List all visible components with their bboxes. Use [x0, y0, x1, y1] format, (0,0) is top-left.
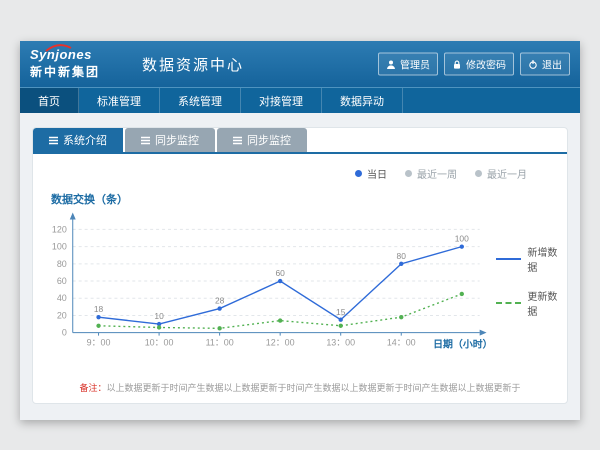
- nav-item-home[interactable]: 首页: [20, 88, 79, 113]
- tab-system-intro[interactable]: 系统介绍: [33, 128, 123, 152]
- footnote-text: 以上数据更新于时间产生数据以上数据更新于时间产生数据以上数据更新于时间产生数据以…: [107, 383, 521, 393]
- svg-text:9：00: 9：00: [87, 338, 111, 348]
- app-header: Synjones 新中新集团 数据资源中心 管理员 修改密码: [20, 41, 580, 87]
- filter-last-week[interactable]: 最近一周: [405, 166, 457, 181]
- footnote: 备注：以上数据更新于时间产生数据以上数据更新于时间产生数据以上数据更新于时间产生…: [33, 381, 567, 394]
- svg-text:28: 28: [215, 296, 225, 306]
- brand-logo: Synjones 新中新集团: [30, 48, 134, 80]
- main-nav: 首页 标准管理 系统管理 对接管理 数据异动: [20, 87, 580, 113]
- logo-text-en: Synjones: [30, 48, 134, 61]
- series-legend: 新增数据 更新数据: [496, 244, 567, 318]
- svg-text:80: 80: [57, 259, 67, 269]
- svg-text:11：00: 11：00: [206, 338, 234, 348]
- logout-button[interactable]: 退出: [520, 53, 570, 76]
- content-area: 系统介绍 同步监控 同步监控: [20, 113, 580, 420]
- svg-text:100: 100: [52, 242, 67, 252]
- list-icon: [49, 136, 58, 145]
- series-label: 新增数据: [527, 244, 567, 274]
- logo-text-cn: 新中新集团: [30, 63, 134, 80]
- svg-text:60: 60: [57, 276, 67, 286]
- svg-text:120: 120: [52, 224, 67, 234]
- footnote-label: 备注：: [79, 383, 106, 393]
- svg-text:13：00: 13：00: [326, 338, 355, 348]
- user-icon: [386, 59, 396, 69]
- chart-row: 0 20 40 60 80 100 120 9：00 10：00 11：00 12：00 13：00 1…: [33, 207, 567, 365]
- svg-text:60: 60: [275, 268, 285, 278]
- tab-label: 系统介绍: [63, 132, 107, 148]
- legend-item-updated-data[interactable]: 更新数据: [496, 288, 567, 318]
- power-icon: [528, 59, 538, 69]
- tab-label: 同步监控: [247, 132, 291, 148]
- time-range-legend: 当日 最近一周 最近一月: [33, 154, 567, 181]
- svg-text:18: 18: [94, 304, 104, 314]
- line-chart: 0 20 40 60 80 100 120 9：00 10：00 11：00 12：00 13：00 1…: [39, 207, 494, 365]
- svg-text:15: 15: [336, 307, 346, 317]
- admin-button-label: 管理员: [400, 57, 430, 72]
- svg-text:0: 0: [62, 328, 67, 338]
- svg-text:12：00: 12：00: [266, 338, 295, 348]
- page-title: 数据资源中心: [142, 54, 244, 75]
- line-sample-solid: [496, 258, 522, 260]
- nav-item-data-change[interactable]: 数据异动: [322, 88, 403, 113]
- legend-item-new-data[interactable]: 新增数据: [496, 244, 567, 274]
- nav-item-standard-mgmt[interactable]: 标准管理: [79, 88, 160, 113]
- series-label: 更新数据: [527, 288, 567, 318]
- change-password-button[interactable]: 修改密码: [444, 53, 514, 76]
- filter-label: 当日: [367, 166, 387, 181]
- tab-sync-monitor-2[interactable]: 同步监控: [217, 128, 307, 152]
- tab-label: 同步监控: [155, 132, 199, 148]
- tab-bar: 系统介绍 同步监控 同步监控: [33, 128, 567, 154]
- svg-text:10：00: 10：00: [145, 338, 174, 348]
- admin-button[interactable]: 管理员: [378, 53, 438, 76]
- header-actions: 管理员 修改密码 退出: [378, 53, 570, 76]
- filter-last-month[interactable]: 最近一月: [475, 166, 527, 181]
- svg-text:20: 20: [57, 310, 67, 320]
- nav-item-interface-mgmt[interactable]: 对接管理: [241, 88, 322, 113]
- svg-text:日期（小时）: 日期（小时）: [433, 338, 492, 351]
- app-window: Synjones 新中新集团 数据资源中心 管理员 修改密码: [20, 41, 580, 420]
- svg-text:40: 40: [57, 293, 67, 303]
- filter-label: 最近一周: [417, 166, 457, 181]
- main-card: 系统介绍 同步监控 同步监控: [32, 127, 568, 404]
- tab-sync-monitor-1[interactable]: 同步监控: [125, 128, 215, 152]
- filter-label: 最近一月: [487, 166, 527, 181]
- logout-label: 退出: [542, 57, 562, 72]
- list-icon: [233, 136, 242, 145]
- svg-text:80: 80: [397, 251, 407, 261]
- chart-y-axis-title: 数据交换（条）: [51, 191, 567, 207]
- svg-text:100: 100: [455, 234, 469, 244]
- nav-item-system-mgmt[interactable]: 系统管理: [160, 88, 241, 113]
- line-sample-dotted: [496, 302, 522, 304]
- legend-dot: [405, 170, 412, 177]
- filter-today[interactable]: 当日: [355, 166, 387, 181]
- svg-text:14：00: 14：00: [387, 338, 416, 348]
- svg-text:10: 10: [154, 311, 164, 321]
- legend-dot: [355, 170, 362, 177]
- legend-dot: [475, 170, 482, 177]
- list-icon: [141, 136, 150, 145]
- change-password-label: 修改密码: [466, 57, 506, 72]
- lock-icon: [452, 59, 462, 69]
